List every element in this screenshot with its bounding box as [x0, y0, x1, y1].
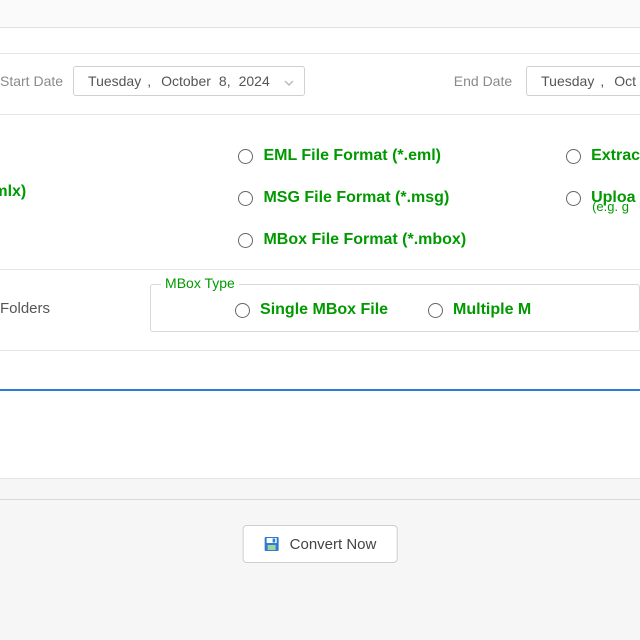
end-date-picker[interactable]: Tuesday , Oct	[526, 66, 640, 96]
start-date-picker[interactable]: Tuesday , October 8, 2024	[73, 66, 305, 96]
date-filter-row: Start Date Tuesday , October 8, 2024 End…	[0, 54, 640, 115]
end-month: Oct	[614, 73, 636, 89]
end-weekday: Tuesday	[541, 73, 594, 89]
folders-label: Folders	[0, 300, 50, 317]
option-mbox[interactable]: MBox File Format (*.mbox)	[238, 231, 546, 249]
radio-icon	[238, 149, 253, 164]
convert-now-label: Convert Now	[290, 536, 377, 553]
option-eml[interactable]: EML File Format (*.eml)	[238, 147, 546, 165]
divider	[0, 499, 640, 500]
convert-now-button[interactable]: Convert Now	[243, 525, 398, 563]
start-month: October	[161, 73, 211, 89]
radio-icon	[428, 303, 443, 318]
top-spacer	[0, 28, 640, 54]
eml-label: EML File Format (*.eml)	[263, 147, 441, 165]
radio-icon	[566, 191, 581, 206]
bottom-area: Convert Now	[0, 479, 640, 640]
mbox-label: MBox File Format (*.mbox)	[263, 231, 466, 249]
msg-label: MSG File Format (*.msg)	[263, 189, 449, 207]
mbox-row: Folders MBox Type Single MBox File Multi…	[0, 270, 640, 351]
radio-icon	[566, 149, 581, 164]
radio-icon	[238, 233, 253, 248]
mbox-legend: MBox Type	[161, 275, 239, 291]
window-titlebar	[0, 0, 640, 28]
start-year: 2024	[239, 73, 270, 89]
start-weekday: Tuesday	[88, 73, 141, 89]
option-single-mbox[interactable]: Single MBox File	[235, 301, 388, 319]
radio-icon	[235, 303, 250, 318]
multiple-mbox-label: Multiple M	[453, 301, 531, 319]
separator-highlight	[0, 351, 640, 391]
start-date-label: Start Date	[0, 73, 63, 89]
option-multiple-mbox[interactable]: Multiple M	[428, 301, 531, 319]
extract-label: Extrac	[591, 147, 640, 165]
option-extract[interactable]: Extrac	[566, 147, 640, 165]
option-msg[interactable]: MSG File Format (*.msg)	[238, 189, 546, 207]
upload-hint: (e.g. g	[592, 199, 640, 214]
mbox-type-fieldset: MBox Type Single MBox File Multiple M	[150, 284, 640, 332]
radio-icon	[238, 191, 253, 206]
emlx-label: nat (*.emlx)	[0, 183, 26, 201]
option-emlx[interactable]: nat (*.emlx)	[0, 183, 98, 201]
formats-row: nat (*.emlx) EML File Format (*.eml) MSG…	[0, 115, 640, 270]
end-date-label: End Date	[454, 73, 512, 89]
single-mbox-label: Single MBox File	[260, 301, 388, 319]
save-disk-icon	[264, 536, 280, 552]
start-day: 8,	[219, 73, 231, 89]
blank-panel	[0, 391, 640, 479]
chevron-down-icon	[284, 73, 294, 89]
